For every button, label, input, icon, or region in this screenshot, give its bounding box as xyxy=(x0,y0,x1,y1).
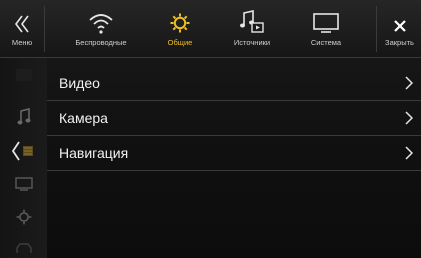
chevron-right-icon xyxy=(405,146,414,165)
list-item-label: Навигация xyxy=(59,145,129,161)
chevron-right-icon xyxy=(405,76,414,95)
menu-button[interactable]: Меню xyxy=(0,0,44,57)
monitor-icon xyxy=(312,0,340,34)
list-item-label: Камера xyxy=(59,110,108,126)
tab-sources[interactable]: Источники xyxy=(222,0,282,57)
rail-blank xyxy=(0,66,47,84)
tab-label: Система xyxy=(310,38,342,47)
monitor-icon xyxy=(0,176,47,192)
double-chevron-left-icon xyxy=(14,0,30,34)
top-bar: Меню Беспроводные Общие Источники Систем… xyxy=(0,0,421,58)
gear-icon xyxy=(0,208,47,226)
tab-general[interactable]: Общие xyxy=(150,0,210,57)
close-button[interactable]: Закрыть xyxy=(378,0,421,57)
music-source-icon xyxy=(239,0,265,34)
gear-icon xyxy=(169,0,191,34)
tab-wireless[interactable]: Беспроводные xyxy=(66,0,136,57)
back-chevron-icon[interactable] xyxy=(0,140,47,162)
settings-list: Видео Камера Навигация xyxy=(47,66,421,171)
divider xyxy=(376,6,377,52)
chevron-right-icon xyxy=(405,111,414,130)
tab-label: Источники xyxy=(233,38,271,47)
side-rail xyxy=(0,58,47,258)
list-item-video[interactable]: Видео xyxy=(47,66,421,101)
tab-label: Общие xyxy=(167,38,193,47)
divider xyxy=(44,6,45,52)
music-note-icon xyxy=(0,108,47,126)
close-icon xyxy=(393,0,407,34)
menu-label: Меню xyxy=(11,38,33,47)
close-label: Закрыть xyxy=(385,38,414,47)
wifi-icon xyxy=(88,0,114,34)
settings-screen: Меню Беспроводные Общие Источники Систем… xyxy=(0,0,421,258)
car-icon xyxy=(0,242,47,254)
list-item-navigation[interactable]: Навигация xyxy=(47,136,421,171)
list-item-label: Видео xyxy=(59,75,100,91)
tab-system[interactable]: Система xyxy=(296,0,356,57)
tab-label: Беспроводные xyxy=(75,38,127,47)
list-item-camera[interactable]: Камера xyxy=(47,101,421,136)
